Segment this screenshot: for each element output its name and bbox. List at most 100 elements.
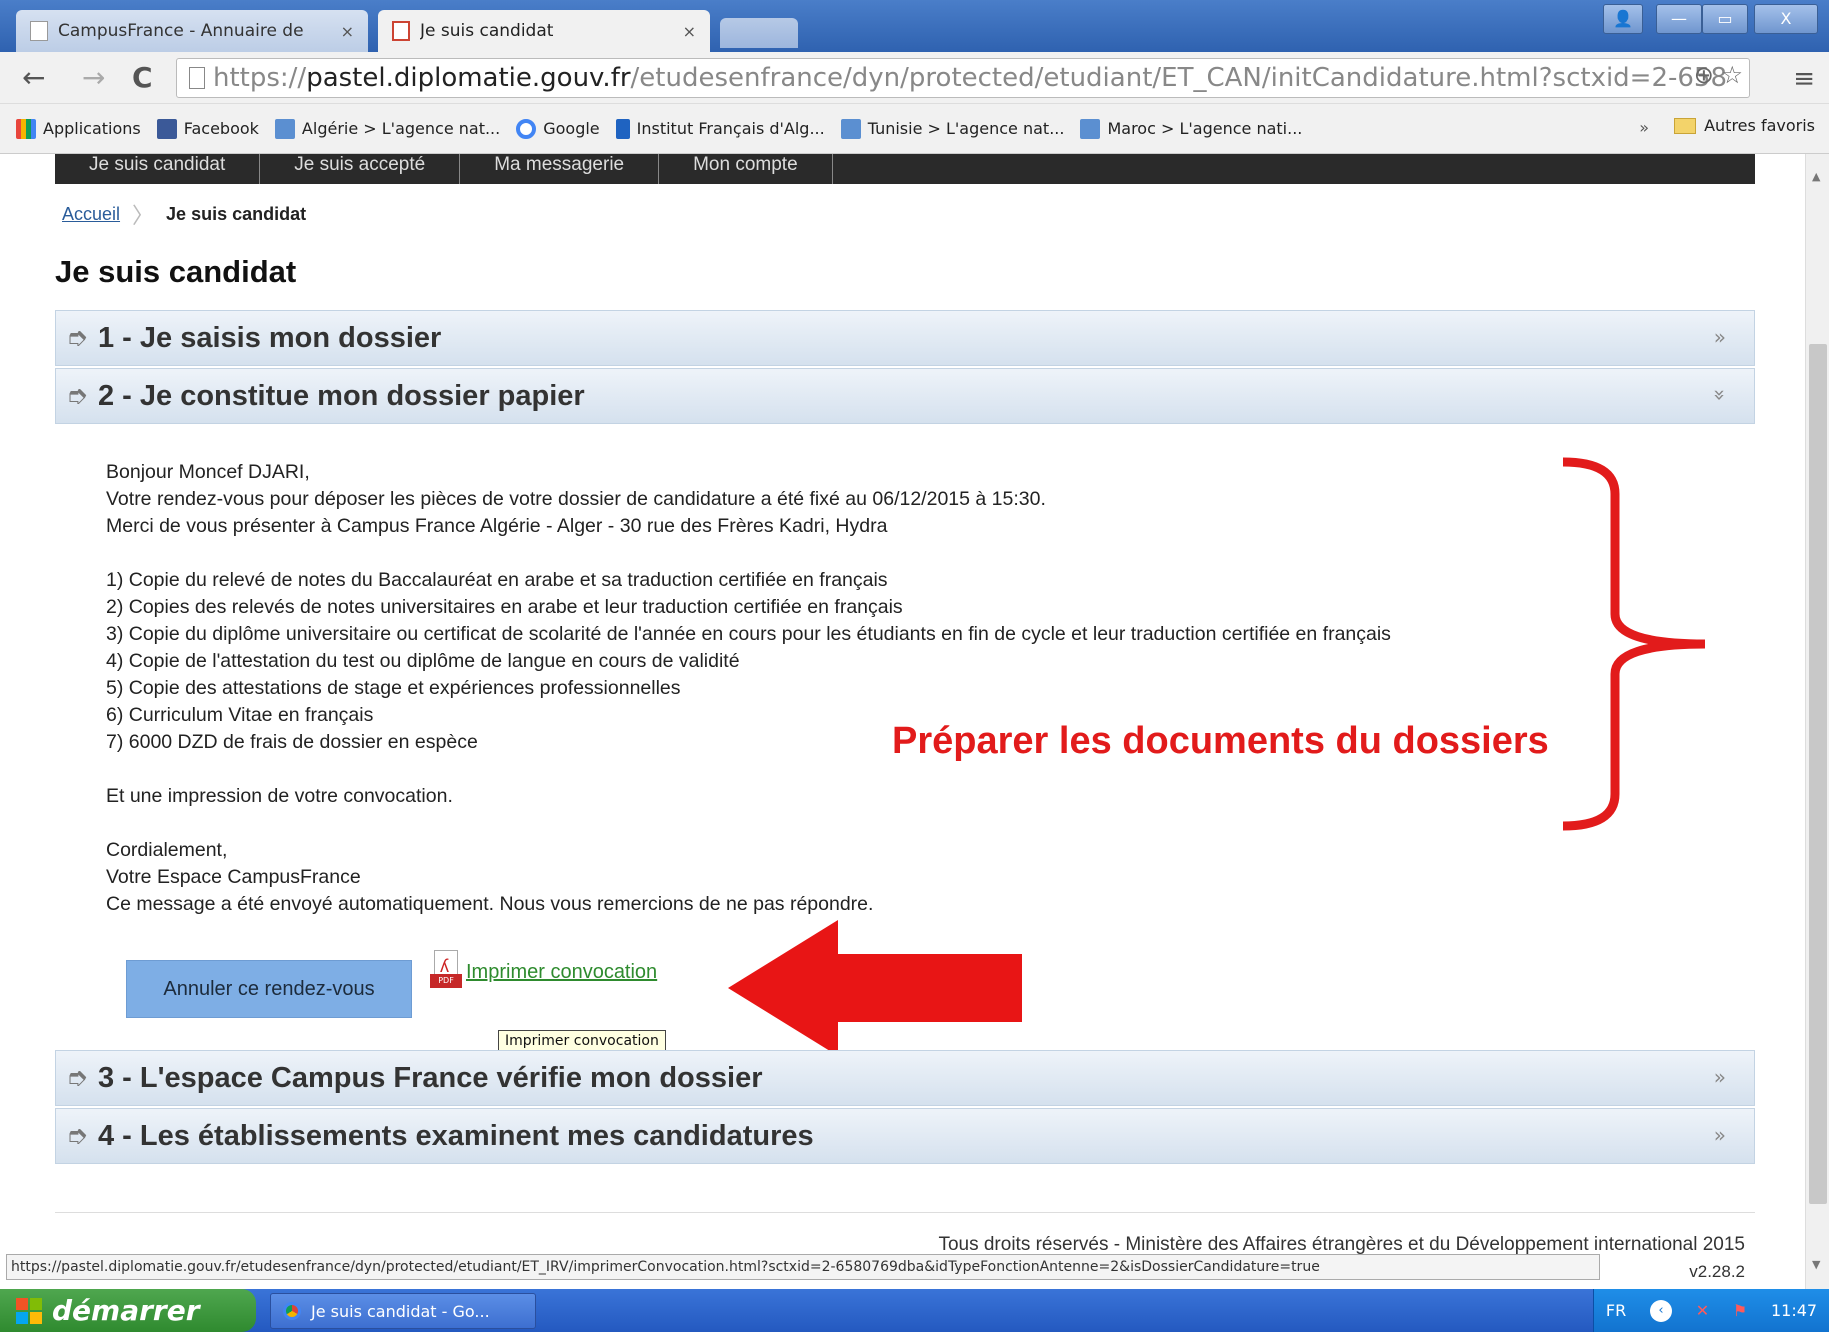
zoom-bookmark-star-icon[interactable]: ⊕ ☆ [1694, 61, 1743, 89]
nav-mon-compte[interactable]: Mon compte [659, 154, 833, 184]
scroll-thumb[interactable] [1809, 344, 1827, 1204]
nav-je-suis-candidat[interactable]: Je suis candidat [55, 154, 261, 184]
pdf-tag: PDF [430, 974, 462, 988]
footer-divider [55, 1212, 1755, 1213]
print-convocation-link[interactable]: ʎ PDF Imprimer convocation [430, 950, 657, 990]
scroll-down-arrow-icon[interactable]: ▼ [1812, 1258, 1820, 1271]
bookmark-institut-francais[interactable]: Institut Français d'Alg... [615, 118, 825, 139]
step-1-header[interactable]: ➮ 1 - Je saisis mon dossier » [55, 310, 1755, 366]
nav-je-suis-accepte[interactable]: Je suis accepté [260, 154, 461, 184]
breadcrumb-home-link[interactable]: Accueil [62, 204, 120, 225]
step-2-header[interactable]: ➮ 2 - Je constitue mon dossier papier » [55, 368, 1755, 424]
message-greeting: Bonjour Moncef DJARI, [106, 461, 310, 483]
start-button[interactable]: démarrer [0, 1289, 256, 1332]
print-convocation-label[interactable]: Imprimer convocation [466, 961, 657, 984]
language-indicator[interactable]: FR [1606, 1301, 1626, 1320]
tab-label: Je suis candidat [420, 21, 554, 41]
bookmark-label: Facebook [183, 119, 259, 138]
expand-icon[interactable]: » [1714, 1123, 1726, 1147]
step-title: 4 - Les établissements examinent mes can… [98, 1119, 814, 1152]
forward-button[interactable]: → [82, 62, 105, 94]
cancel-appointment-button[interactable]: Annuler ce rendez-vous [126, 960, 412, 1018]
maximize-button[interactable]: ▭ [1702, 4, 1748, 34]
document-list-item: 1) Copie du relevé de notes du Baccalaur… [106, 569, 888, 591]
url-host: pastel.diplomatie.gouv.fr [306, 63, 631, 93]
breadcrumb-current: Je suis candidat [166, 203, 307, 224]
tab-je-suis-candidat[interactable]: Je suis candidat × [378, 10, 710, 52]
institut-francais-icon [615, 118, 630, 139]
breadcrumb: Accueil 〉 Je suis candidat [62, 198, 306, 230]
site-top-nav: Je suis candidat Je suis accepté Ma mess… [55, 154, 1755, 184]
document-list-item: 5) Copie des attestations de stage et ex… [106, 677, 681, 699]
tooltip: Imprimer convocation [498, 1030, 666, 1052]
folder-icon [1674, 117, 1697, 134]
tab-close-icon[interactable]: × [341, 22, 354, 41]
taskbar-window-label: Je suis candidat - Go... [311, 1301, 490, 1321]
bookmark-applications[interactable]: Applications [16, 118, 141, 139]
arrow-bullet-icon: ➮ [66, 381, 88, 411]
bookmark-label: Applications [43, 119, 141, 138]
google-icon [516, 118, 537, 139]
document-list-item: 2) Copies des relevés de notes universit… [106, 596, 903, 618]
address-bar[interactable]: https://pastel.diplomatie.gouv.fr/etudes… [176, 58, 1750, 98]
clock: 11:47 [1770, 1301, 1818, 1320]
tab-campusfrance-annuaire[interactable]: CampusFrance - Annuaire de × [16, 10, 368, 52]
page-icon [189, 67, 205, 89]
windows-logo-icon [16, 1297, 42, 1324]
arrow-bullet-icon: ➮ [66, 323, 88, 353]
document-list-item: 3) Copie du diplôme universitaire ou cer… [106, 623, 1391, 645]
user-icon[interactable]: 👤 [1603, 4, 1643, 34]
campusfrance-icon [840, 118, 861, 139]
reload-button[interactable]: C [132, 62, 153, 94]
page-viewport: Je suis candidat Je suis accepté Ma mess… [0, 154, 1805, 1289]
back-button[interactable]: ← [22, 62, 45, 94]
tab-close-icon[interactable]: × [683, 22, 696, 41]
footer-copyright: Tous droits réservés - Ministère des Aff… [938, 1234, 1745, 1255]
expand-icon[interactable]: » [1714, 1065, 1726, 1089]
step-title: 1 - Je saisis mon dossier [98, 321, 442, 354]
other-bookmarks-folder[interactable]: Autres favoris [1674, 116, 1815, 135]
vertical-scrollbar[interactable]: ▲ ▼ [1805, 154, 1829, 1289]
bookmark-tunisie[interactable]: Tunisie > L'agence nat... [840, 118, 1065, 139]
minimize-button[interactable]: — [1656, 4, 1702, 34]
red-brace-annotation [1562, 457, 1706, 831]
close-window-button[interactable]: X [1754, 4, 1818, 34]
security-flag-icon[interactable]: ⚑ [1733, 1301, 1747, 1320]
bookmark-algerie[interactable]: Algérie > L'agence nat... [274, 118, 500, 139]
bookmark-maroc[interactable]: Maroc > L'agence nati... [1080, 118, 1302, 139]
pdf-icon: ʎ PDF [430, 950, 462, 990]
step-3-header[interactable]: ➮ 3 - L'espace Campus France vérifie mon… [55, 1050, 1755, 1106]
collapse-icon[interactable]: » [1708, 389, 1732, 401]
other-bookmarks-label: Autres favoris [1704, 116, 1815, 135]
chrome-menu-icon[interactable]: ≡ [1793, 64, 1815, 94]
nav-ma-messagerie[interactable]: Ma messagerie [460, 154, 660, 184]
facebook-icon [156, 118, 177, 139]
version-label: v2.28.2 [1689, 1262, 1745, 1281]
windows-taskbar: démarrer Je suis candidat - Go... FR ‹ ✕… [0, 1289, 1829, 1332]
bookmark-facebook[interactable]: Facebook [156, 118, 259, 139]
url-scheme: https:// [213, 63, 307, 93]
tab-label: CampusFrance - Annuaire de [58, 21, 304, 41]
message-line: Votre rendez-vous pour déposer les pièce… [106, 488, 1046, 510]
message-line: Et une impression de votre convocation. [106, 785, 453, 807]
breadcrumb-separator-icon: 〉 [132, 203, 155, 228]
network-warning-icon[interactable]: ✕ [1696, 1301, 1709, 1320]
new-tab-button[interactable] [720, 18, 798, 48]
message-line: Cordialement, [106, 839, 228, 861]
tray-arrow-icon[interactable]: ‹ [1649, 1299, 1672, 1322]
document-list-item: 4) Copie de l'attestation du test ou dip… [106, 650, 740, 672]
expand-icon[interactable]: » [1714, 325, 1726, 349]
bookmarks-bar: Applications Facebook Algérie > L'agence… [0, 104, 1829, 154]
scroll-up-arrow-icon[interactable]: ▲ [1812, 170, 1820, 183]
appointment-message: Bonjour Moncef DJARI, Votre rendez-vous … [106, 459, 1391, 918]
bookmark-label: Tunisie > L'agence nat... [867, 119, 1065, 138]
browser-toolbar: ← → C https://pastel.diplomatie.gouv.fr /… [0, 52, 1829, 104]
bookmark-label: Institut Français d'Alg... [636, 119, 825, 138]
step-title: 3 - L'espace Campus France vérifie mon d… [98, 1061, 763, 1094]
step-4-header[interactable]: ➮ 4 - Les établissements examinent mes c… [55, 1108, 1755, 1164]
status-bar-url: https://pastel.diplomatie.gouv.fr/etudes… [6, 1254, 1600, 1280]
bookmark-google[interactable]: Google [516, 118, 600, 139]
bookmarks-overflow-button[interactable]: » [1639, 118, 1649, 137]
taskbar-chrome-window[interactable]: Je suis candidat - Go... [270, 1293, 536, 1329]
arrow-bullet-icon: ➮ [66, 1121, 88, 1151]
